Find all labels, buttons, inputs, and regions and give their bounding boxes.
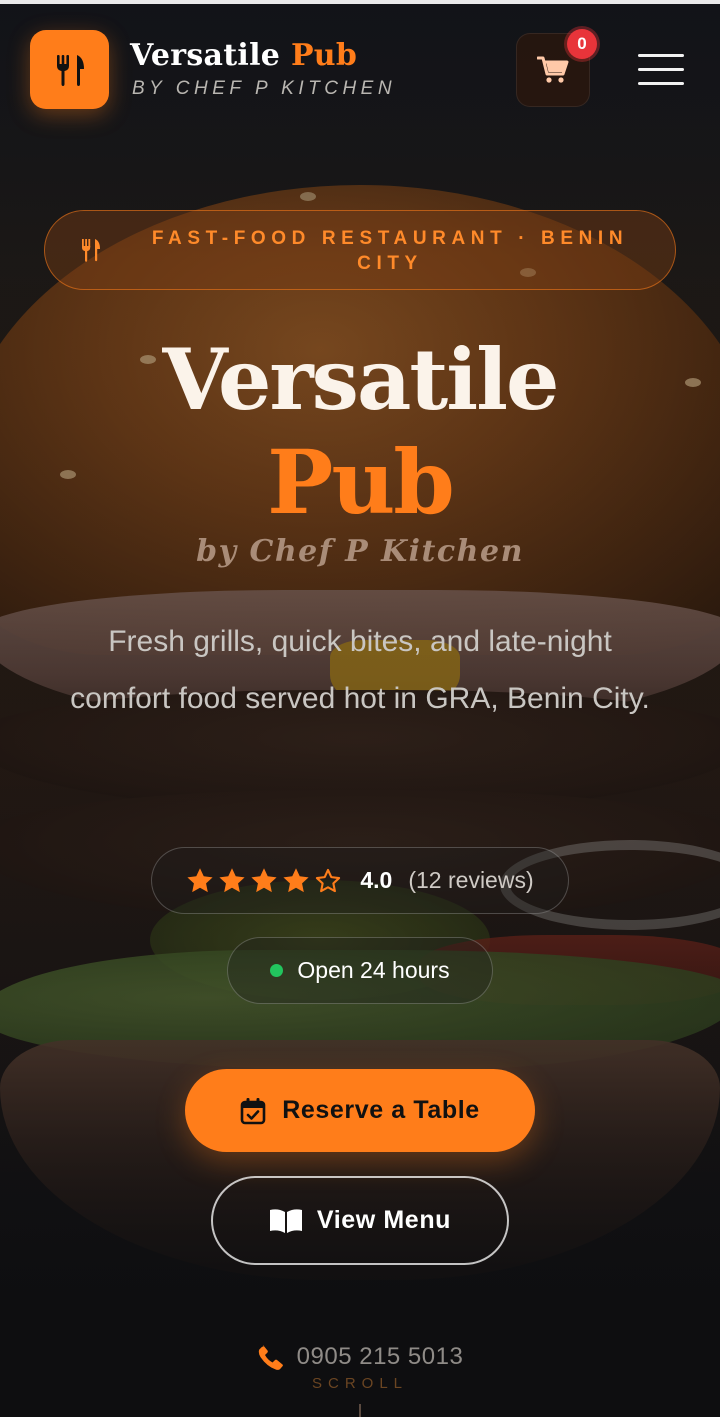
shopping-cart-icon [537, 56, 569, 83]
cart-count-badge: 0 [567, 29, 597, 59]
scroll-indicator-label: SCROLL [311, 1375, 409, 1392]
opening-hours-label: Open 24 hours [297, 957, 450, 983]
utensils-icon [82, 239, 100, 262]
menu-line [638, 68, 684, 71]
hero-title-accent: Pub [267, 430, 455, 534]
site-header: Versatile Pub BY CHEF P KITCHEN 0 [0, 4, 720, 134]
scroll-indicator-line [359, 1404, 361, 1417]
hero-description: Fresh grills, quick bites, and late-nigh… [70, 625, 650, 715]
brand-name[interactable]: Versatile Pub [130, 38, 357, 73]
phone-icon [258, 1345, 283, 1370]
star-rating [186, 867, 342, 894]
menu-line [638, 82, 684, 85]
opening-hours-badge: Open 24 hours [227, 937, 493, 1004]
logo[interactable] [30, 30, 109, 109]
menu-line [638, 54, 684, 57]
star-filled-icon [219, 868, 245, 893]
open-book-icon [269, 1208, 302, 1233]
category-badge: FAST-FOOD RESTAURANT · BENIN CITY [44, 210, 676, 290]
hero-title-primary: Versatile [162, 330, 560, 429]
review-count: (12 reviews) [408, 867, 534, 893]
fork-knife-icon [56, 54, 84, 86]
reserve-table-button[interactable]: Reserve a Table [185, 1069, 535, 1152]
star-filled-icon [187, 868, 213, 893]
rating-value: 4.0 [360, 867, 393, 893]
brand-name-primary: Versatile [130, 38, 281, 73]
phone-number[interactable]: 0905 215 5013 [297, 1343, 464, 1371]
star-outline-icon [316, 868, 341, 893]
category-label: FAST-FOOD RESTAURANT · BENIN CITY [151, 228, 629, 274]
hamburger-menu-button[interactable] [638, 54, 684, 88]
view-menu-label: View Menu [316, 1206, 452, 1234]
reserve-table-label: Reserve a Table [282, 1096, 480, 1124]
rating-badge[interactable]: 4.0 (12 reviews) [151, 847, 569, 914]
phone-contact[interactable]: 0905 215 5013 [0, 1343, 720, 1371]
star-filled-icon [283, 868, 309, 893]
brand-tagline: BY CHEF P KITCHEN [132, 78, 397, 99]
star-filled-icon [251, 868, 277, 893]
brand-name-accent: Pub [290, 38, 358, 73]
hero-subtitle: by Chef P Kitchen [196, 534, 524, 569]
status-dot-icon [270, 964, 284, 977]
view-menu-button[interactable]: View Menu [211, 1176, 509, 1265]
calendar-check-icon [240, 1097, 266, 1124]
